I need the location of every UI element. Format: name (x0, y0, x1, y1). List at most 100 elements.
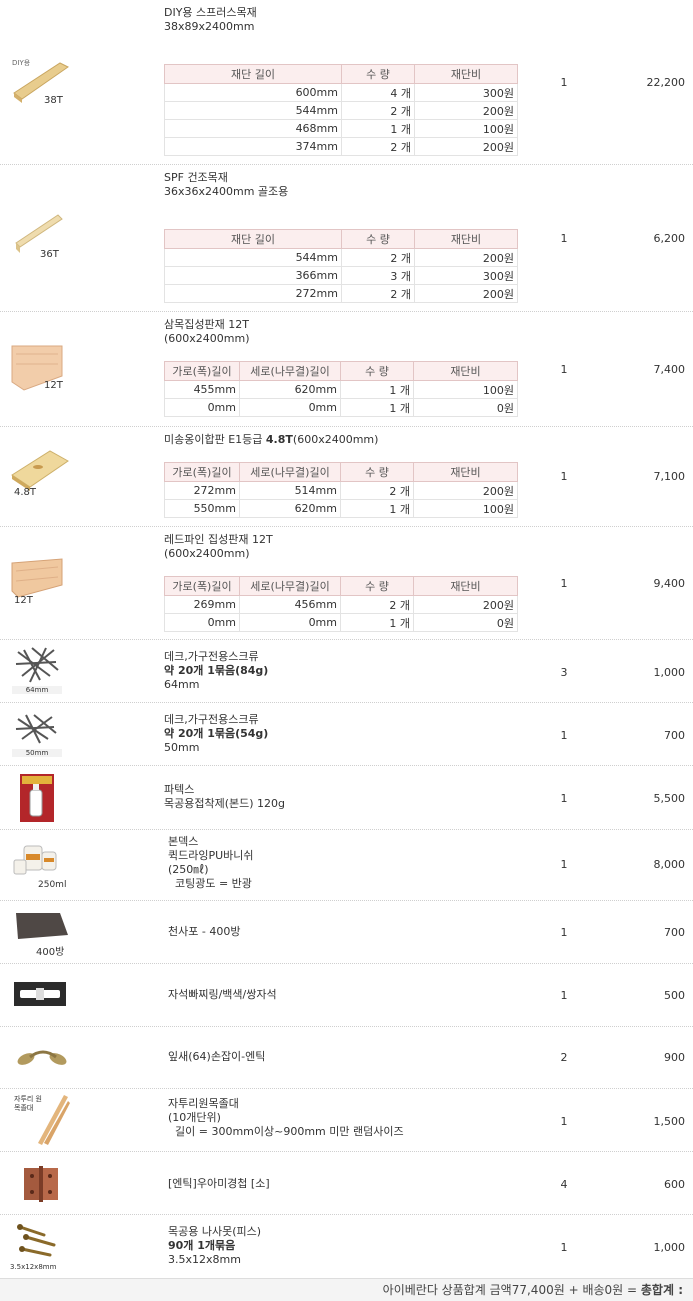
magnetic-catch-icon (14, 982, 66, 1006)
product-spec: 64mm (164, 678, 200, 691)
product-info: 본덱스 퀵드라잉PU바니쉬 (250㎖) 코팅광도 = 반광 (168, 835, 528, 891)
leaf-handle-icon (17, 1050, 67, 1065)
product-thumbnail[interactable]: DIY용 38T (10, 55, 70, 115)
product-volume: (250㎖) (168, 863, 209, 876)
product-spec: (600x2400mm) (164, 332, 250, 345)
product-name[interactable]: 잎새(64)손잡이-엔틱 (168, 1050, 528, 1064)
product-thumbnail[interactable]: 자투리 원목졸대 (10, 1093, 70, 1153)
product-bundle: 약 20개 1묶음(84g) (164, 664, 269, 677)
cart-row: 12T 레드파인 집성판재 12T (600x2400mm) 가로(폭)길이 세로… (0, 527, 693, 640)
product-thumbnail[interactable]: 50mm (10, 711, 70, 771)
price: 5,500 (653, 792, 686, 805)
product-bundle: 약 20개 1묶음(54g) (164, 727, 269, 740)
price: 22,200 (646, 76, 686, 89)
product-name[interactable]: 자투리원목졸대 (168, 1097, 468, 1111)
price: 9,400 (653, 577, 686, 590)
cart-row: 3.5x12x8mm 목공용 나사못(피스) 90개 1개묶음 3.5x12x8… (0, 1215, 693, 1277)
product-name[interactable]: DIY용 스프러스목재 (164, 6, 524, 20)
product-name[interactable]: 레드파인 집성판재 12T (164, 533, 524, 547)
product-thumbnail[interactable]: 36T (10, 209, 70, 269)
product-spec: 50mm (164, 741, 200, 754)
cut-table: 가로(폭)길이 세로(나무결)길이 수 량 재단비 455mm 620mm 1 개 100원… (164, 361, 518, 417)
product-spec: (600x2400mm) (164, 547, 250, 560)
product-info: 파텍스 목공용접착제(본드) 120g (164, 783, 524, 811)
order-summary: 아이베란다 상품합계 금액77,400원 + 배송0원 = 총합계 : (0, 1278, 693, 1301)
product-info: 데크,가구전용스크류 약 20개 1묶음(84g) 64mm (164, 650, 524, 692)
screws-icon (15, 647, 59, 683)
quantity: 1 (560, 470, 568, 483)
product-thumbnail[interactable]: 4.8T (10, 449, 70, 509)
product-name[interactable]: SPF 건조목재 (164, 171, 524, 185)
price: 500 (664, 989, 685, 1002)
quantity: 1 (560, 989, 568, 1002)
quantity: 2 (560, 1051, 568, 1064)
product-name[interactable]: 데크,가구전용스크류 (164, 713, 524, 727)
screws-icon (15, 714, 57, 744)
price: 600 (664, 1178, 685, 1191)
product-thumbnail[interactable]: 64mm (10, 646, 70, 706)
product-info: 데크,가구전용스크류 약 20개 1묶음(54g) 50mm (164, 713, 524, 755)
product-bundle: 90개 1개묶음 (168, 1239, 236, 1252)
price: 6,200 (653, 232, 686, 245)
price: 1,000 (653, 666, 686, 679)
product-info: SPF 건조목재 36x36x2400mm 골조용 (164, 171, 524, 199)
product-name[interactable]: 자석빠찌링/백색/쌍자석 (168, 988, 528, 1002)
product-name[interactable]: 파텍스 (164, 783, 524, 797)
price: 7,100 (653, 470, 686, 483)
cart-row: 250ml 본덱스 퀵드라잉PU바니쉬 (250㎖) 코팅광도 = 반광 1 8… (0, 830, 693, 901)
product-info: 삼목집성판재 12T (600x2400mm) (164, 318, 524, 346)
product-info: 목공용 나사못(피스) 90개 1개묶음 3.5x12x8mm (168, 1225, 528, 1267)
product-name[interactable]: 미송옹이합판 E1등급 4.8T(600x2400mm) (164, 433, 564, 447)
cart-row: 자투리 원목졸대 자투리원목졸대 (10개단위) 길이 = 300mm이상~90… (0, 1089, 693, 1152)
product-thumbnail[interactable] (18, 772, 78, 832)
quantity: 1 (560, 232, 568, 245)
price: 700 (664, 926, 685, 939)
product-name[interactable]: 본덱스 (168, 835, 528, 849)
wood-screws-icon (17, 1224, 56, 1257)
product-info: [엔틱]우아미경첩 [소] (168, 1177, 528, 1191)
price: 1,500 (653, 1115, 686, 1128)
product-spec: 목공용접착제(본드) 120g (164, 797, 286, 810)
product-info: 자석빠찌링/백색/쌍자석 (168, 988, 528, 1002)
quantity: 1 (560, 363, 568, 376)
cart-row: 400방 천사포 - 400방 1 700 (0, 901, 693, 964)
product-info: 천사포 - 400방 (168, 925, 528, 939)
quantity: 1 (560, 858, 568, 871)
quantity: 1 (560, 792, 568, 805)
quantity: 1 (560, 729, 568, 742)
price: 900 (664, 1051, 685, 1064)
product-option: 코팅광도 = 반광 (168, 877, 252, 890)
product-spec: 38x89x2400mm (164, 20, 255, 33)
price: 700 (664, 729, 685, 742)
cut-table: 가로(폭)길이 세로(나무결)길이 수 량 재단비 269mm 456mm 2 개 200원… (164, 576, 518, 632)
product-spec: 3.5x12x8mm (168, 1253, 241, 1266)
product-thumbnail[interactable]: 400방 (10, 909, 70, 969)
product-thumbnail[interactable]: 12T (10, 342, 70, 402)
cart-row: 12T 삼목집성판재 12T (600x2400mm) 가로(폭)길이 세로(나무… (0, 312, 693, 427)
glue-package-icon (20, 774, 54, 822)
product-info: DIY용 스프러스목재 38x89x2400mm (164, 6, 524, 34)
cut-table: 재단 길이 수 량 재단비 544mm 2 개 200원 366mm 3 개 300원 27… (164, 229, 518, 303)
cut-table: 가로(폭)길이 세로(나무결)길이 수 량 재단비 272mm 514mm 2 개 200원… (164, 462, 518, 518)
product-spec: 퀵드라잉PU바니쉬 (168, 849, 254, 862)
price: 1,000 (653, 1241, 686, 1254)
product-info: 미송옹이합판 E1등급 4.8T(600x2400mm) (164, 433, 564, 447)
cart-row: 자석빠찌링/백색/쌍자석 1 500 (0, 964, 693, 1027)
product-name[interactable]: 데크,가구전용스크류 (164, 650, 524, 664)
product-name[interactable]: 삼목집성판재 12T (164, 318, 524, 332)
cart-row: DIY용 38T DIY용 스프러스목재 38x89x2400mm 재단 길이 수… (0, 0, 693, 165)
product-name[interactable]: 목공용 나사못(피스) (168, 1225, 528, 1239)
product-name[interactable]: [엔틱]우아미경첩 [소] (168, 1177, 528, 1191)
product-thumbnail[interactable]: 250ml (10, 840, 70, 900)
grand-total-label: 총합계 : (640, 1283, 683, 1297)
price: 8,000 (653, 858, 686, 871)
cart-row: 파텍스 목공용접착제(본드) 120g 1 5,500 (0, 766, 693, 830)
sandpaper-icon (16, 913, 68, 939)
product-spec: (10개단위) (168, 1111, 221, 1124)
quantity: 1 (560, 76, 568, 89)
cart-row: 36T SPF 건조목재 36x36x2400mm 골조용 재단 길이 수 량 재단… (0, 165, 693, 312)
product-thumbnail[interactable]: 12T (10, 557, 70, 617)
product-name[interactable]: 천사포 - 400방 (168, 925, 528, 939)
product-thumbnail[interactable]: 3.5x12x8mm (10, 1221, 70, 1281)
cart-row: 64mm 데크,가구전용스크류 약 20개 1묶음(84g) 64mm 3 1,… (0, 640, 693, 703)
